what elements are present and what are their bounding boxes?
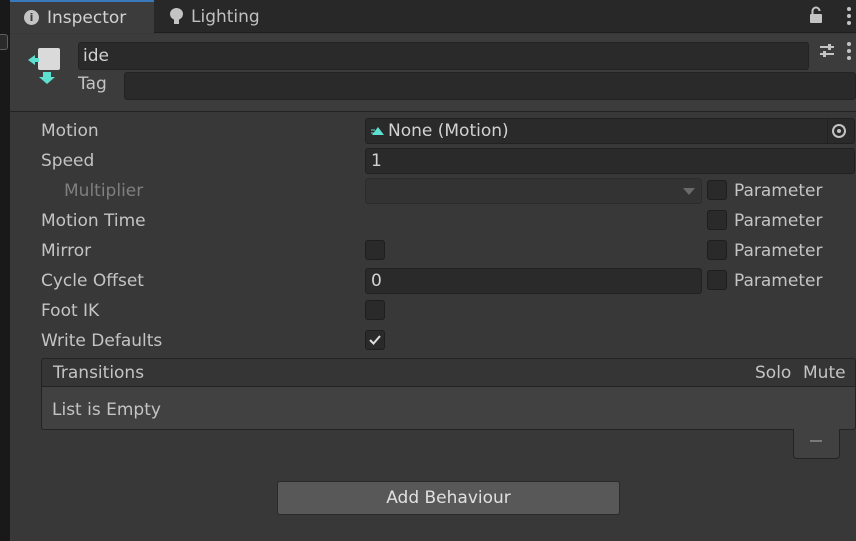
motion-time-parameter-label: Parameter (734, 211, 823, 231)
transitions-header (41, 358, 856, 387)
animator-state-icon (28, 48, 60, 84)
list-empty-text: List is Empty (52, 400, 161, 420)
motion-clip-icon (371, 127, 384, 135)
mirror-parameter-checkbox[interactable] (707, 240, 727, 260)
mirror-checkbox[interactable] (365, 240, 385, 260)
chevron-down-icon (683, 188, 695, 195)
write-defaults-label: Write Defaults (41, 331, 163, 351)
solo-column-label: Solo (755, 363, 792, 383)
foot-ik-label: Foot IK (41, 301, 100, 321)
multiplier-label: Multiplier (64, 181, 144, 201)
preset-settings-icon[interactable] (818, 42, 836, 60)
transitions-list (41, 386, 856, 430)
tag-field[interactable] (124, 72, 856, 100)
remove-transition-button[interactable] (793, 429, 840, 459)
window-edge-handle[interactable] (0, 34, 8, 50)
checkmark-icon (369, 335, 381, 345)
cycle-offset-field[interactable]: 0 (365, 268, 702, 294)
component-menu-icon[interactable] (846, 42, 852, 60)
mirror-parameter-label: Parameter (734, 241, 823, 261)
multiplier-parameter-checkbox[interactable] (707, 180, 727, 200)
write-defaults-checkbox[interactable] (365, 330, 385, 350)
transitions-title: Transitions (53, 363, 145, 383)
object-picker-icon[interactable] (832, 124, 846, 138)
tab-lighting-label: Lighting (191, 6, 260, 27)
multiplier-dropdown (365, 178, 702, 204)
cycle-offset-parameter-label: Parameter (734, 271, 823, 291)
motion-time-parameter-checkbox[interactable] (707, 210, 727, 230)
state-name-field[interactable]: ide (78, 42, 809, 70)
add-behaviour-button[interactable]: Add Behaviour (277, 481, 620, 515)
speed-field[interactable]: 1 (365, 148, 855, 174)
cycle-offset-parameter-checkbox[interactable] (707, 270, 727, 290)
tab-menu-icon[interactable] (846, 7, 852, 25)
minus-icon (810, 440, 822, 442)
window-edge-strip (0, 0, 10, 541)
tab-inspector-label: Inspector (47, 7, 127, 28)
tab-lighting[interactable]: Lighting (156, 0, 316, 33)
lightbulb-icon (170, 8, 183, 25)
motion-time-label: Motion Time (41, 211, 146, 231)
motion-object-field[interactable]: None (Motion) (365, 118, 855, 144)
cycle-offset-label: Cycle Offset (41, 271, 144, 291)
info-icon: i (24, 10, 39, 25)
motion-label: Motion (41, 121, 99, 141)
tag-label: Tag (78, 74, 107, 94)
multiplier-parameter-label: Parameter (734, 181, 823, 201)
lock-icon[interactable] (808, 6, 824, 24)
mirror-label: Mirror (41, 241, 92, 261)
tab-inspector[interactable]: i Inspector (10, 0, 154, 33)
motion-value: None (Motion) (388, 121, 509, 141)
speed-label: Speed (41, 151, 95, 171)
foot-ik-checkbox[interactable] (365, 300, 385, 320)
mute-column-label: Mute (803, 363, 846, 383)
